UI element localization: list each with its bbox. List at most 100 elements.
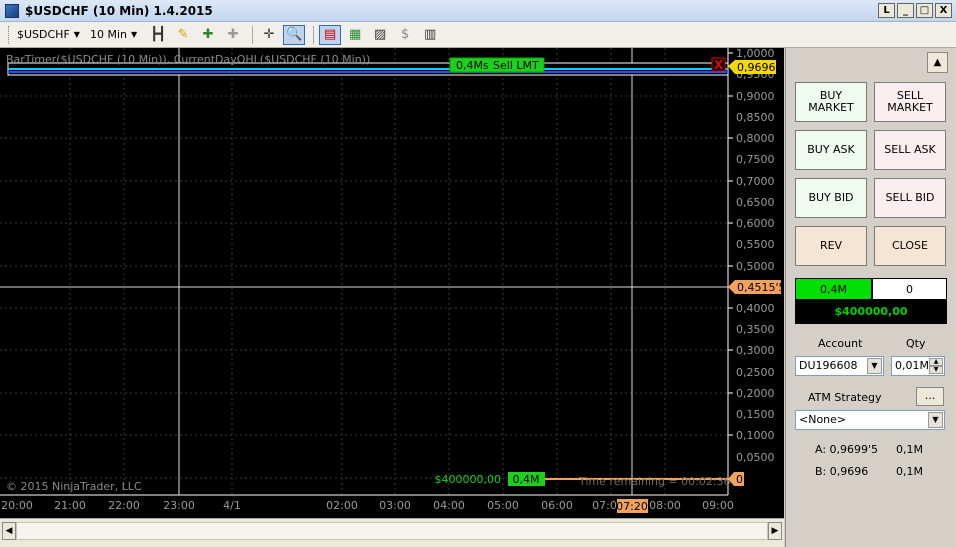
x-tick-label: 09:00 — [702, 499, 734, 512]
chevron-down-icon: ▼ — [73, 30, 80, 39]
toolbar-separator — [252, 25, 254, 44]
strategy-icon[interactable]: ✚ — [222, 25, 244, 45]
pnl-display: $400000,00 — [795, 300, 947, 324]
account-select[interactable]: DU196608 ▼ — [795, 356, 884, 376]
order-type-label: Sell LMT — [493, 59, 539, 72]
instrument-label: $USDCHF — [17, 28, 70, 41]
maximize-button[interactable]: □ — [916, 3, 933, 18]
y-tick-label: 0,7000 — [736, 175, 775, 188]
close-position-button[interactable]: CLOSE — [874, 226, 946, 266]
add-indicator-icon[interactable]: ✚ — [197, 25, 219, 45]
chevron-down-icon[interactable]: ▼ — [867, 358, 882, 374]
ask-size: 0,1M — [896, 443, 923, 456]
time-remaining-label: Time remaining = 00:02:36 — [578, 475, 731, 488]
scroll-track[interactable] — [16, 522, 768, 540]
x-tick-label: 05:00 — [487, 499, 519, 512]
buy-ask-button[interactable]: BUY ASK — [795, 130, 867, 170]
interval-selector[interactable]: 10 Min ▼ — [90, 28, 137, 41]
bid-size: 0,1M — [896, 465, 923, 478]
crosshair-price-label: 0,4515'5 — [737, 281, 784, 294]
instrument-selector[interactable]: $USDCHF ▼ — [17, 28, 80, 41]
buy-bid-button[interactable]: BUY BID — [795, 178, 867, 218]
data-box-icon[interactable]: ▦ — [344, 25, 366, 45]
y-tick-label: 0,8500 — [736, 111, 775, 124]
sell-ask-button[interactable]: SELL ASK — [874, 130, 946, 170]
y-tick-label: 0,9000 — [736, 90, 775, 103]
current-time-label: 07:20 — [616, 500, 648, 513]
position-other-display: 0 — [872, 278, 947, 300]
quantity-stepper[interactable]: 0,01M ▲ ▼ — [891, 356, 945, 376]
indicator-label: BarTimer($USDCHF (10 Min)), CurrentDayOH… — [6, 53, 371, 66]
chart-toolbar: $USDCHF ▼ 10 Min ▼ ┣┫ ✎ ✚ ✚ ✛ 🔍 ▤ ▦ ▨ $ … — [0, 22, 956, 48]
x-tick-label: 02:00 — [326, 499, 358, 512]
chevron-down-icon: ▼ — [130, 30, 138, 39]
y-tick-label: 0,5000 — [736, 260, 775, 273]
interval-label: 10 Min — [89, 28, 127, 41]
spin-down-icon[interactable]: ▼ — [929, 366, 943, 374]
y-tick-label: 0,1500 — [736, 408, 775, 421]
chart-canvas[interactable]: 1,0000 0,9500 0,9000 0,8500 0,8000 0,750… — [0, 48, 784, 518]
line-chart-icon[interactable]: ▨ — [369, 25, 391, 45]
y-tick-label: 0,3000 — [736, 344, 775, 357]
last-price-label: 0,9696 — [737, 61, 776, 74]
y-tick-label: 0,1000 — [736, 429, 775, 442]
sell-market-button[interactable]: SELL MARKET — [874, 82, 946, 122]
chart-trader-icon[interactable]: ▤ — [319, 24, 342, 45]
x-tick-label: 03:00 — [379, 499, 411, 512]
atm-strategy-label: ATM Strategy — [808, 391, 882, 404]
reverse-button[interactable]: REV — [795, 226, 867, 266]
copyright-text: © 2015 NinjaTrader, LLC — [6, 480, 142, 493]
y-tick-label: 0,6000 — [736, 217, 775, 230]
link-button[interactable]: L — [878, 3, 895, 18]
y-tick-label: 0,7500 — [736, 153, 775, 166]
minimize-button[interactable]: _ — [897, 3, 914, 18]
qty-label: Qty — [906, 337, 926, 350]
toolbar-grip — [8, 25, 11, 44]
chart-trader-panel: ▲ BUY MARKET SELL MARKET BUY ASK SELL AS… — [785, 48, 956, 547]
x-tick-label: 06:00 — [541, 499, 573, 512]
close-button[interactable]: X — [935, 3, 952, 18]
y-tick-label: 0,3500 — [736, 323, 775, 336]
toolbar-separator — [313, 25, 315, 44]
collapse-panel-button[interactable]: ▲ — [927, 52, 948, 73]
y-tick-label: 1,0000 — [736, 48, 775, 60]
atm-strategy-more-button[interactable]: ... — [916, 387, 944, 406]
dollar-icon[interactable]: $ — [394, 25, 416, 45]
spin-buttons[interactable]: ▲ ▼ — [929, 358, 943, 374]
ask-quote: A: 0,9699'5 — [815, 443, 879, 456]
properties-icon[interactable]: ▥ — [419, 25, 441, 45]
atm-strategy-select[interactable]: <None> ▼ — [795, 410, 945, 430]
y-tick-label: 0,0500 — [736, 451, 775, 464]
y-tick-label: 0,6500 — [736, 196, 775, 209]
order-close-x: X — [714, 58, 724, 72]
x-tick-label: 08:00 — [649, 499, 681, 512]
bar-type-icon[interactable]: ┣┫ — [147, 25, 169, 45]
crosshair-icon[interactable]: ✛ — [258, 25, 280, 45]
chart-svg: 1,0000 0,9500 0,9000 0,8500 0,8000 0,750… — [0, 48, 784, 513]
account-label: Account — [818, 337, 863, 350]
x-tick-label: 04:00 — [433, 499, 465, 512]
horizontal-scrollbar[interactable]: ◀ ▶ — [0, 518, 784, 547]
scroll-left-button[interactable]: ◀ — [2, 522, 16, 540]
x-tick-label: 22:00 — [108, 499, 140, 512]
position-size-label: 0,4M — [513, 473, 540, 486]
x-tick-label: 4/1 — [223, 499, 241, 512]
bottom-price-label: 0 — [736, 473, 743, 486]
scroll-right-button[interactable]: ▶ — [768, 522, 782, 540]
chevron-down-icon[interactable]: ▼ — [928, 412, 943, 428]
position-value-label: $400000,00 — [435, 473, 501, 486]
x-tick-label: 21:00 — [54, 499, 86, 512]
sell-bid-button[interactable]: SELL BID — [874, 178, 946, 218]
y-tick-label: 0,2500 — [736, 366, 775, 379]
zoom-icon[interactable]: 🔍 — [283, 24, 306, 45]
app-icon — [5, 3, 19, 18]
position-size-display: 0,4M — [795, 278, 872, 300]
bid-quote: B: 0,9696 — [815, 465, 869, 478]
spin-up-icon[interactable]: ▲ — [929, 358, 943, 366]
x-tick-label: 23:00 — [163, 499, 195, 512]
pencil-icon[interactable]: ✎ — [172, 25, 194, 45]
buy-market-button[interactable]: BUY MARKET — [795, 82, 867, 122]
x-tick-label: 20:00 — [1, 499, 33, 512]
title-bar: $USDCHF (10 Min) 1.4.2015 L _ □ X — [0, 0, 956, 22]
atm-strategy-value: <None> — [799, 413, 847, 426]
